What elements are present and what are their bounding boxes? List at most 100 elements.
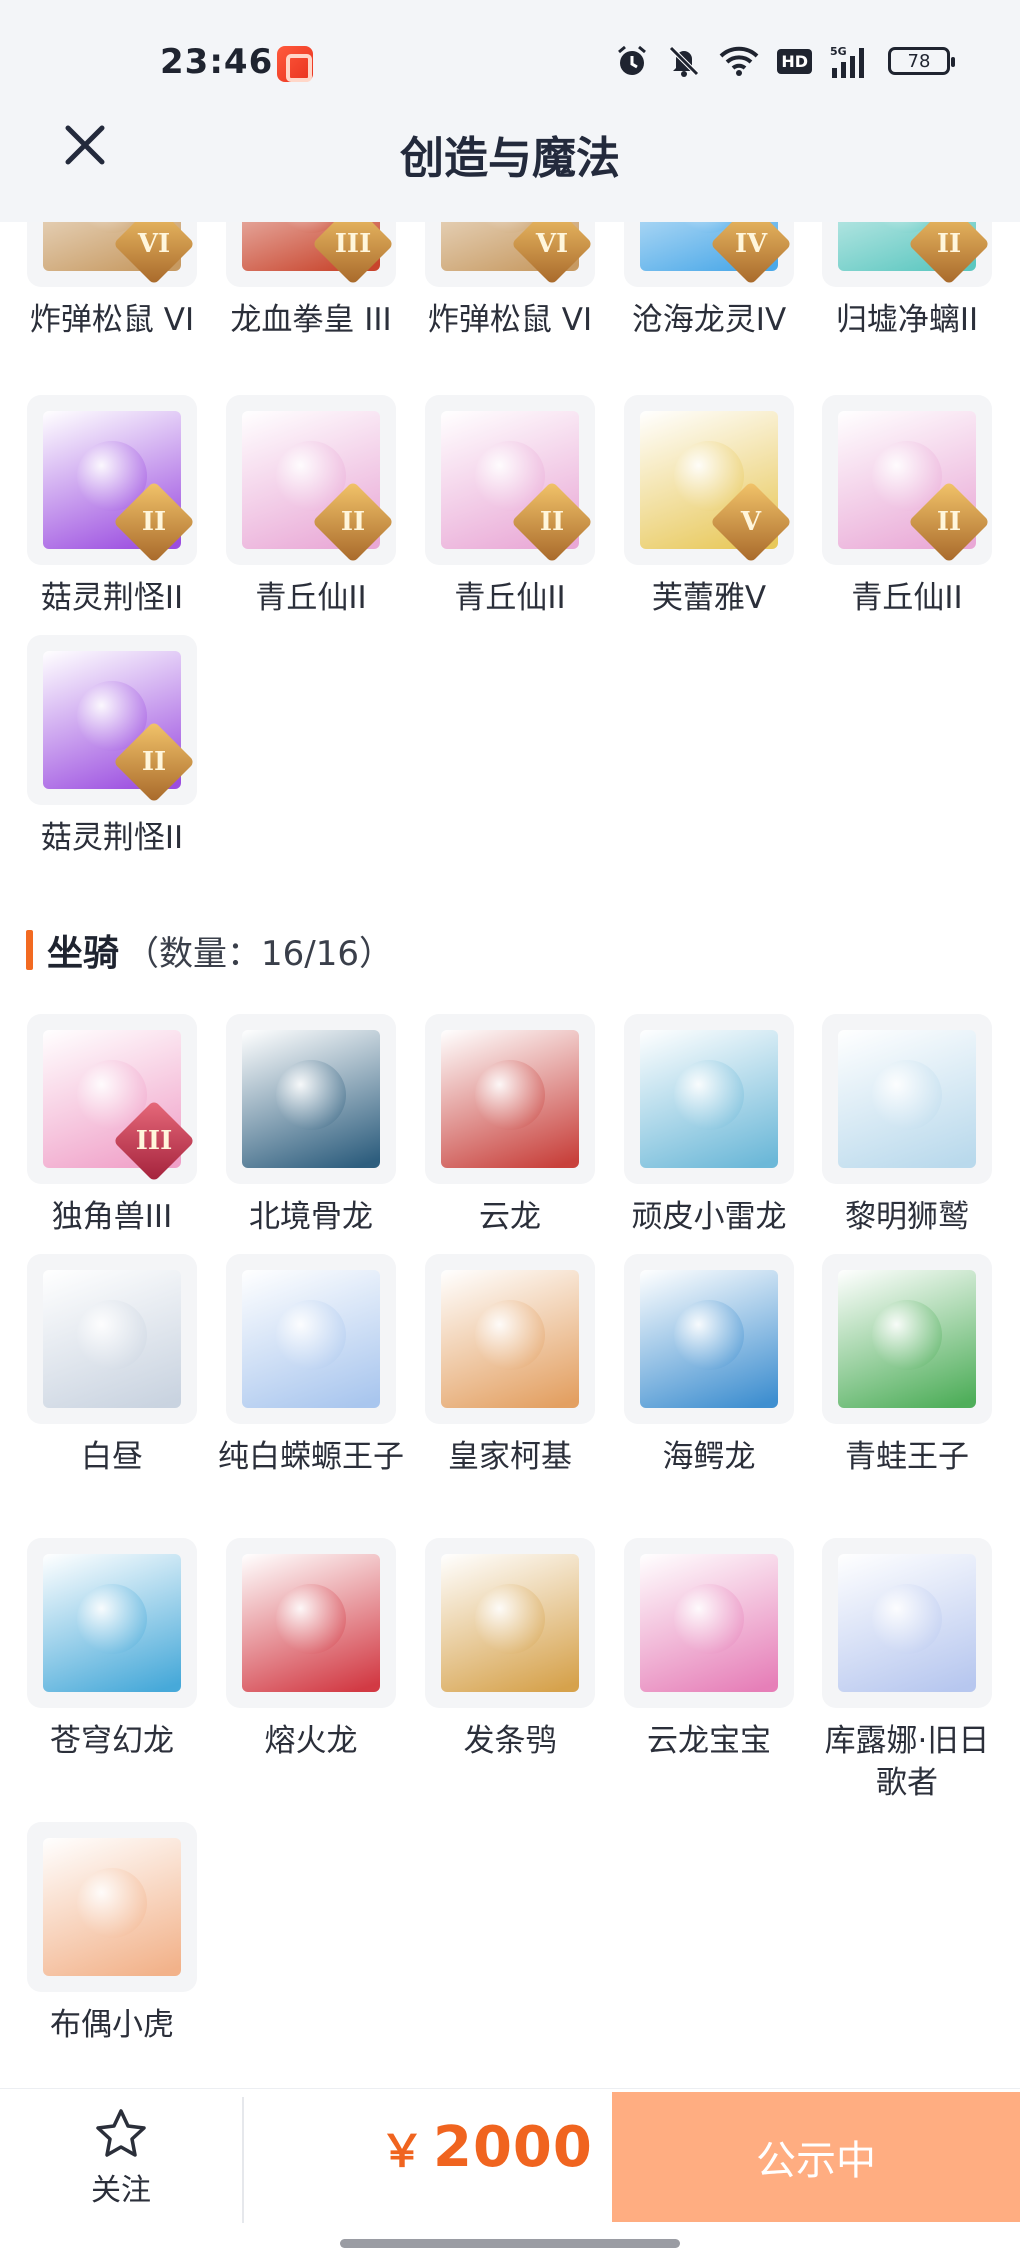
rank-badge-text: VI	[137, 229, 171, 259]
item-artwork-figure	[872, 1300, 942, 1370]
rank-badge: III	[311, 222, 395, 286]
item-label: 苍穹幻龙	[50, 1723, 174, 1759]
item-thumbnail: IV	[624, 222, 794, 287]
status-icons: HD 5G 78	[615, 44, 955, 78]
item-label: 归墟净螭II	[835, 302, 979, 338]
item-thumbnail	[624, 1014, 794, 1184]
page-title: 创造与魔法	[400, 133, 620, 184]
app-notification-icon	[277, 46, 313, 82]
rank-badge-text: II	[141, 507, 167, 537]
item-thumbnail	[624, 1254, 794, 1424]
mute-icon	[667, 44, 701, 78]
item-label: 芙蕾雅V	[651, 580, 767, 616]
grid-item[interactable]: 纯白蝾螈王子	[212, 1254, 410, 1478]
item-label: 菇灵荆怪II	[40, 820, 184, 856]
grid-item[interactable]: II 菇灵荆怪II	[13, 635, 211, 859]
item-artwork-figure	[475, 1300, 545, 1370]
grid-item[interactable]: 苍穹幻龙	[13, 1538, 211, 1762]
item-thumbnail	[822, 1014, 992, 1184]
item-artwork	[838, 1554, 976, 1692]
rank-badge: II	[311, 480, 395, 564]
item-label: 炸弹松鼠 VI	[29, 302, 195, 338]
rank-badge-text: VI	[535, 229, 569, 259]
grid-item[interactable]: II 青丘仙II	[808, 395, 1006, 619]
content-scroll[interactable]: VI 炸弹松鼠 VI III 龙血拳皇 III VI 炸弹松鼠 VI IV 沧海龙灵IV II 归…	[0, 222, 1020, 2088]
item-label: 青丘仙II	[454, 580, 566, 616]
rank-badge-text: II	[539, 507, 565, 537]
item-label: 炸弹松鼠 VI	[427, 302, 593, 338]
item-label: 青蛙王子	[845, 1439, 969, 1475]
grid-item[interactable]: 熔火龙	[212, 1538, 410, 1762]
grid-item[interactable]: 布偶小虎	[13, 1822, 211, 2046]
item-label: 菇灵荆怪II	[40, 580, 184, 616]
item-thumbnail	[425, 1254, 595, 1424]
grid-item[interactable]: 海鳄龙	[610, 1254, 808, 1478]
item-artwork	[441, 1554, 579, 1692]
grid-item[interactable]: 黎明狮鹫	[808, 1014, 1006, 1238]
item-artwork	[242, 1270, 380, 1408]
grid-item[interactable]: 青蛙王子	[808, 1254, 1006, 1478]
rank-badge: II	[112, 480, 196, 564]
home-indicator[interactable]	[340, 2239, 680, 2248]
item-thumbnail: II	[425, 395, 595, 565]
divider	[242, 2097, 244, 2223]
item-artwork-figure	[276, 1300, 346, 1370]
item-artwork-figure	[872, 1584, 942, 1654]
grid-item[interactable]: II 青丘仙II	[212, 395, 410, 619]
grid-item[interactable]: III 龙血拳皇 III	[212, 222, 410, 341]
grid-item[interactable]: 云龙	[411, 1014, 609, 1238]
item-artwork-figure	[77, 1584, 147, 1654]
rank-badge-text: II	[141, 747, 167, 777]
status-button[interactable]: 公示中	[612, 2092, 1020, 2222]
grid-item[interactable]: 云龙宝宝	[610, 1538, 808, 1762]
grid-item[interactable]: 北境骨龙	[212, 1014, 410, 1238]
item-artwork-figure	[276, 1584, 346, 1654]
item-artwork-figure	[475, 1060, 545, 1130]
grid-item[interactable]: VI 炸弹松鼠 VI	[411, 222, 609, 341]
grid-item[interactable]: II 归墟净螭II	[808, 222, 1006, 341]
grid-item[interactable]: 白昼	[13, 1254, 211, 1478]
item-artwork-figure	[872, 1060, 942, 1130]
grid-item[interactable]: 库露娜·旧日歌者	[808, 1538, 1006, 1804]
rank-badge: III	[112, 1099, 196, 1183]
item-label: 龙血拳皇 III	[230, 302, 392, 338]
grid-item[interactable]: 发条鸮	[411, 1538, 609, 1762]
item-thumbnail	[27, 1254, 197, 1424]
item-artwork	[441, 1030, 579, 1168]
item-artwork-figure	[276, 1060, 346, 1130]
item-thumbnail: II	[822, 222, 992, 287]
rank-badge: VI	[112, 222, 196, 286]
item-label: 青丘仙II	[851, 580, 963, 616]
item-thumbnail	[624, 1538, 794, 1708]
grid-item[interactable]: 顽皮小雷龙	[610, 1014, 808, 1238]
item-thumbnail	[226, 1014, 396, 1184]
item-artwork	[838, 1030, 976, 1168]
item-artwork-figure	[77, 1868, 147, 1938]
section-count: （数量：16/16）	[125, 933, 393, 974]
grid-item[interactable]: V 芙蕾雅V	[610, 395, 808, 619]
item-label: 沧海龙灵IV	[631, 302, 787, 338]
item-thumbnail	[226, 1538, 396, 1708]
grid-item[interactable]: II 青丘仙II	[411, 395, 609, 619]
hd-icon: HD	[777, 48, 812, 74]
grid-item[interactable]: II 菇灵荆怪II	[13, 395, 211, 619]
item-thumbnail	[226, 1254, 396, 1424]
rank-badge-text: III	[334, 229, 372, 259]
rank-badge: II	[907, 480, 991, 564]
item-artwork-figure	[674, 1584, 744, 1654]
item-thumbnail: II	[27, 635, 197, 805]
rank-badge: II	[112, 720, 196, 804]
item-artwork	[242, 1554, 380, 1692]
mounts-section-header: 坐骑 （数量：16/16）	[26, 924, 393, 976]
item-artwork	[43, 1270, 181, 1408]
item-artwork-figure	[674, 1060, 744, 1130]
screen: 23:46 HD 5G 78 创造与魔法 VI 炸弹松鼠 VI III 龙血拳皇 II…	[0, 0, 1020, 2267]
item-label: 海鳄龙	[662, 1439, 756, 1475]
grid-item[interactable]: III 独角兽III	[13, 1014, 211, 1238]
item-artwork-figure	[77, 1300, 147, 1370]
grid-item[interactable]: 皇家柯基	[411, 1254, 609, 1478]
grid-item[interactable]: IV 沧海龙灵IV	[610, 222, 808, 341]
item-thumbnail	[425, 1014, 595, 1184]
follow-button[interactable]: 关注	[0, 2089, 242, 2225]
grid-item[interactable]: VI 炸弹松鼠 VI	[13, 222, 211, 341]
